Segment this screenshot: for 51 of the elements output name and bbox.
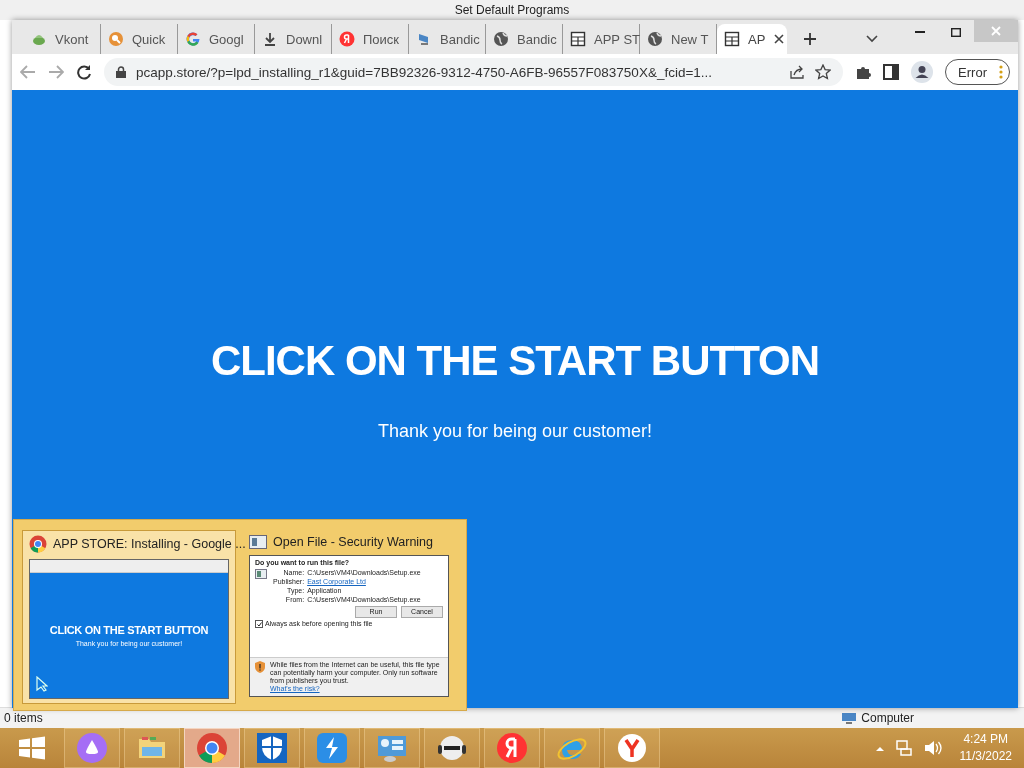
maximize-icon[interactable] [951, 27, 961, 37]
profile-button[interactable]: Error [945, 59, 1010, 85]
status-text: 0 items [3, 711, 43, 725]
cursor-icon [36, 676, 48, 692]
plus-icon[interactable] [803, 32, 817, 46]
speaker-icon[interactable] [923, 740, 942, 756]
window-icon [249, 535, 267, 549]
chevron-up-icon[interactable] [875, 745, 884, 751]
table-icon [724, 31, 740, 47]
chrome-icon [196, 732, 228, 764]
alice-icon [76, 732, 108, 764]
globe-icon [493, 31, 509, 47]
google-icon [185, 31, 201, 47]
shield-icon [256, 732, 288, 764]
preview-title: Open File - Security Warning [273, 535, 433, 549]
yandex-icon [496, 732, 528, 764]
lightning-icon [316, 732, 348, 764]
lock-icon [116, 66, 126, 78]
computer-icon [841, 712, 858, 724]
computer-label: Computer [860, 711, 915, 725]
close-icon [991, 26, 1001, 36]
globe-icon [647, 31, 663, 47]
close-icon[interactable] [773, 33, 786, 45]
puzzle-icon[interactable] [855, 64, 872, 80]
side-panel-icon[interactable] [883, 64, 900, 80]
browser-tab[interactable]: AP [717, 24, 787, 54]
window-title: Set Default Programs [454, 3, 570, 17]
share-icon[interactable] [789, 65, 806, 79]
checkbox[interactable] [255, 620, 263, 628]
url-text: pcapp.store/?p=lpd_installing_r1&guid=7BB92326-9312-4750-A6FB-96557F083750X&_fcid=1... [136, 64, 714, 80]
magnifier-icon [108, 31, 124, 47]
address-bar[interactable]: pcapp.store/?p=lpd_installing_r1&guid=7BB92326-9312-4750-A6FB-96557F083750X&_fcid=1... [104, 58, 844, 86]
reload-icon[interactable] [76, 64, 92, 80]
yandex-browser-icon [616, 732, 648, 764]
table-icon [570, 31, 586, 47]
shield-warning-icon [255, 661, 265, 673]
preview-headline: CLICK ON THE START BUTTON [49, 624, 209, 636]
forward-icon[interactable] [48, 65, 64, 79]
chevron-down-icon[interactable] [866, 35, 878, 43]
file-icon [255, 569, 267, 579]
page-headline: CLICK ON THE START BUTTON [210, 336, 820, 385]
avatar-icon[interactable] [911, 61, 934, 83]
network-icon[interactable] [895, 740, 912, 756]
back-icon[interactable] [20, 65, 36, 79]
preview-title: APP STORE: Installing - Google ... [53, 537, 246, 551]
page-subtitle: Thank you for being our customer! [377, 420, 653, 442]
more-icon [999, 65, 1003, 79]
yandex-icon [339, 31, 355, 47]
download-icon [262, 31, 278, 47]
chrome-icon [29, 535, 47, 553]
star-icon[interactable] [815, 64, 832, 80]
